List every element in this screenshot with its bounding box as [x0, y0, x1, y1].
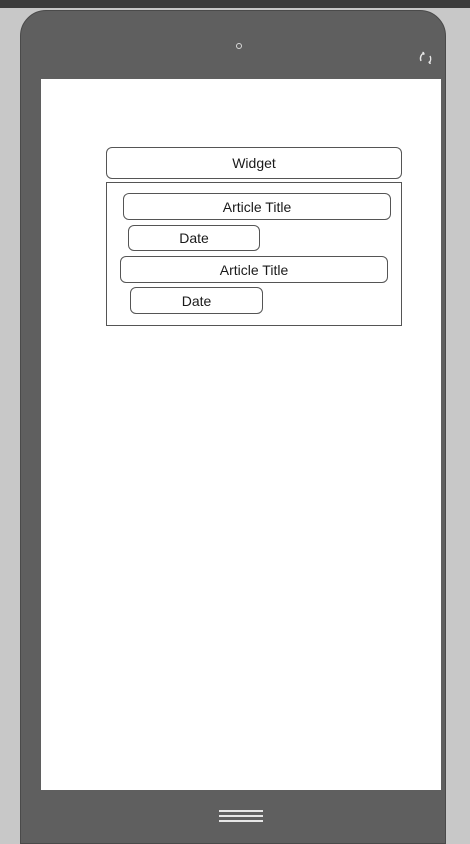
rotate-icon[interactable]: [416, 47, 438, 69]
camera-dot-icon: [236, 43, 242, 49]
home-menu-icon[interactable]: [219, 810, 263, 824]
article-title-2[interactable]: Article Title: [120, 256, 388, 283]
article-date-1: Date: [128, 225, 260, 251]
phone-frame: Widget Article Title Date Article Title …: [20, 10, 446, 844]
article-date-2: Date: [130, 287, 263, 314]
top-strip: [0, 0, 470, 8]
article-title-1[interactable]: Article Title: [123, 193, 391, 220]
widget-header[interactable]: Widget: [106, 147, 402, 179]
